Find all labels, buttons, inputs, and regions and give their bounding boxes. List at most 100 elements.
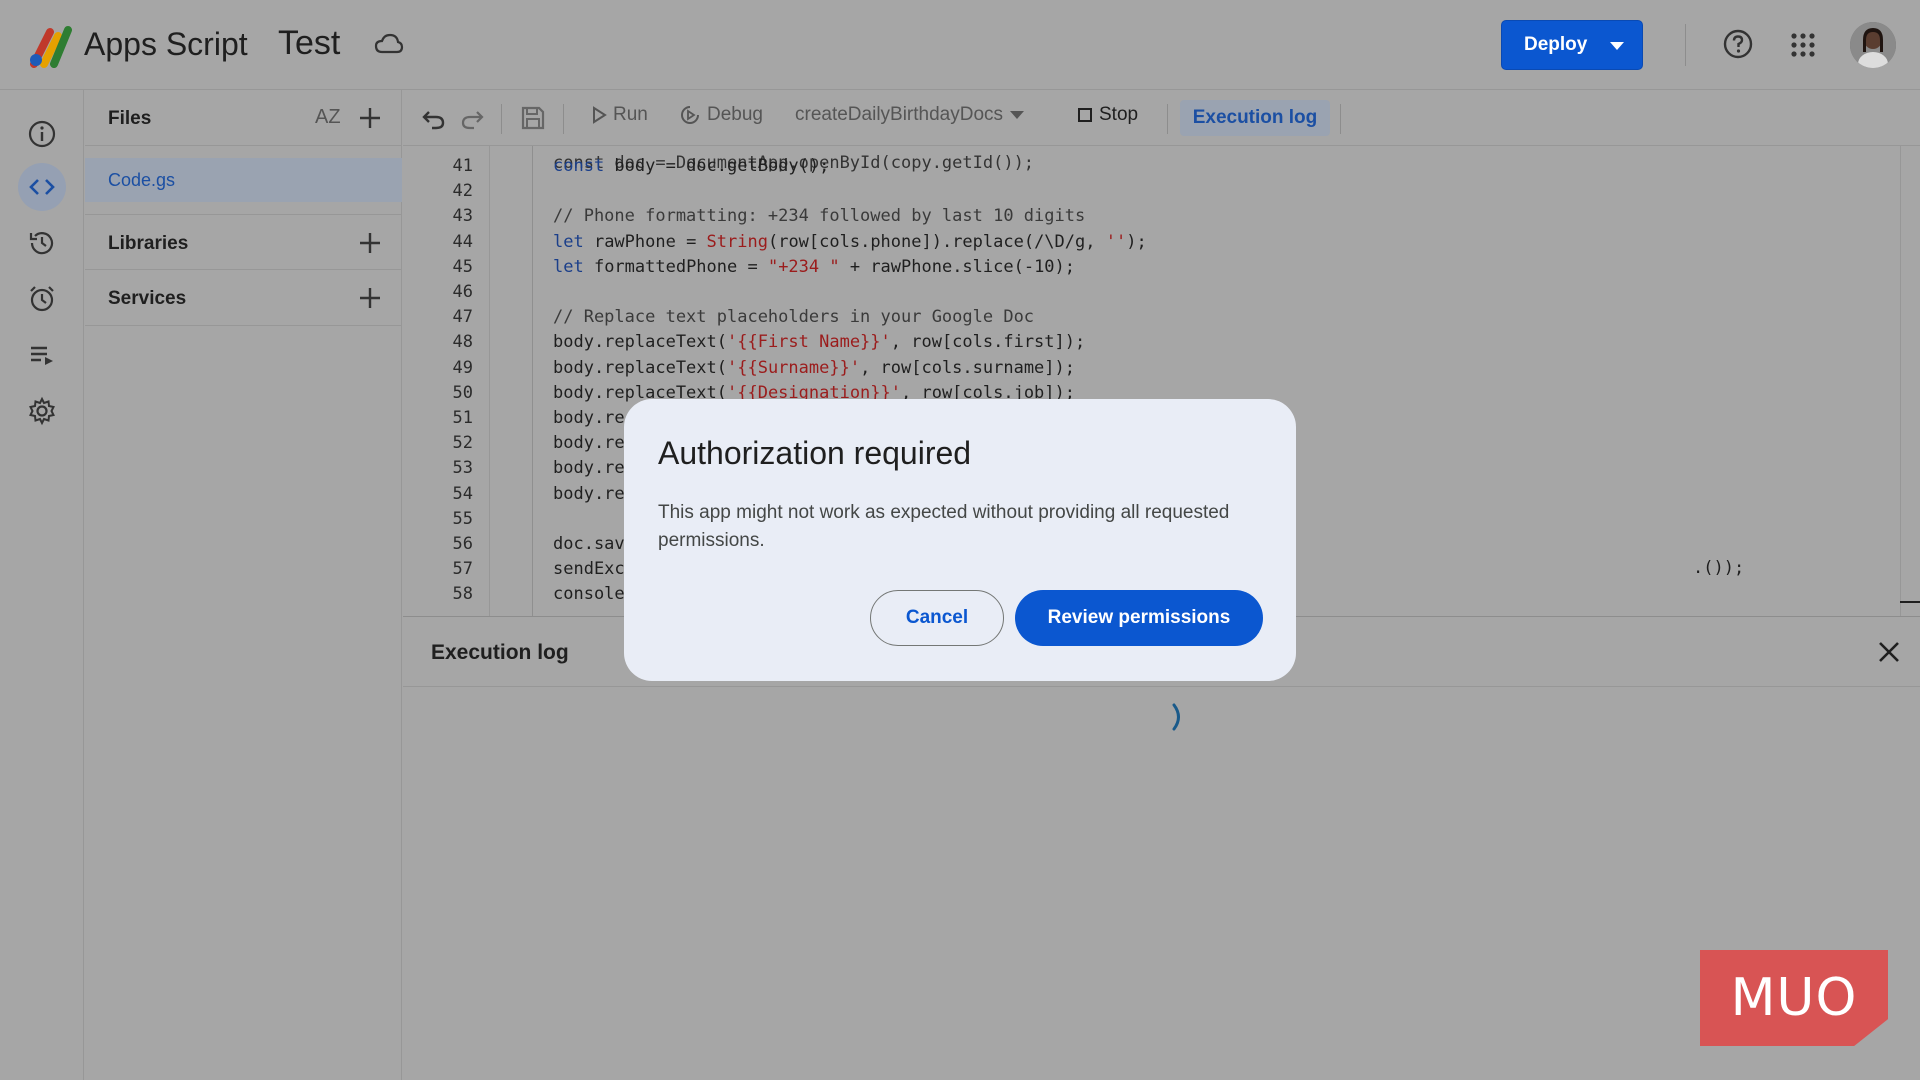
line-number: 47 — [452, 307, 473, 328]
code-text: body.re — [553, 483, 625, 504]
divider — [1685, 24, 1686, 66]
line-number: 52 — [452, 433, 473, 454]
code-text: let formattedPhone = "+234 " + rawPhone.… — [553, 256, 1076, 277]
executions-button[interactable] — [18, 331, 66, 379]
line-number: 46 — [452, 282, 473, 302]
review-permissions-button[interactable]: Review permissions — [1015, 590, 1263, 646]
line-number: 51 — [452, 408, 473, 428]
function-name: createDailyBirthdayDocs — [795, 104, 1004, 125]
triggers-button[interactable] — [18, 275, 66, 323]
code-text: body.replaceText('{{Surname}}', row[cols… — [553, 357, 1075, 378]
line-number: 56 — [452, 534, 473, 554]
loading-spinner-icon — [1172, 703, 1180, 731]
close-icon[interactable] — [1876, 639, 1902, 665]
line-number: 42 — [452, 181, 473, 202]
line-number: 49 — [452, 357, 473, 378]
editor-button[interactable] — [18, 163, 66, 211]
toolbar-divider — [501, 104, 502, 134]
code-text: // Phone formatting: +234 followed by la… — [553, 206, 1086, 227]
code-text: body.re — [553, 458, 625, 479]
alarm-clock-icon — [30, 286, 54, 312]
undo-icon[interactable] — [421, 106, 447, 132]
line-number: 50 — [452, 382, 473, 403]
line-number: 55 — [452, 508, 473, 529]
services-section: Services — [85, 270, 402, 326]
info-icon — [28, 120, 56, 148]
add-file-icon[interactable] — [357, 105, 383, 131]
code-line: 43 // Phone formatting: +234 followed by … — [403, 206, 1883, 231]
apps-script-logo — [30, 26, 72, 68]
stop-button[interactable]: Stop — [1077, 104, 1138, 126]
debug-button[interactable]: Debug — [679, 104, 763, 126]
execution-log-label: Execution log — [1192, 107, 1318, 128]
code-text: const body = doc.getBody(); — [553, 156, 830, 176]
editor-scrollbar[interactable] — [1900, 146, 1901, 616]
files-panel: Files AZ Code.gs Libraries Services — [85, 90, 402, 1080]
add-service-icon[interactable] — [357, 285, 383, 311]
code-line: 44 let rawPhone = String(row[cols.phone])… — [403, 232, 1883, 257]
dialog-title: Authorization required — [658, 435, 972, 471]
debug-icon — [681, 106, 699, 124]
execution-log-panel: Execution log — [403, 616, 1920, 1080]
redo-icon[interactable] — [459, 106, 485, 132]
top-bar: Apps Script Test Deploy — [0, 0, 1920, 90]
code-text-tail: .()); — [1693, 558, 1745, 578]
line-number: 45 — [452, 256, 473, 277]
line-number: 43 — [452, 206, 473, 227]
file-item-code-gs[interactable]: Code.gs — [85, 158, 402, 202]
avatar[interactable] — [1850, 22, 1896, 68]
history-icon — [29, 232, 54, 255]
chevron-down-icon — [1610, 42, 1624, 50]
run-button[interactable]: Run — [591, 104, 648, 126]
muo-watermark: MUO — [1700, 950, 1888, 1046]
code-icon — [29, 179, 55, 195]
scroll-position-marker — [1900, 601, 1920, 603]
code-line: 47 // Replace text placeholders in your G… — [403, 307, 1883, 332]
line-number: 57 — [452, 559, 473, 580]
overview-button[interactable] — [18, 110, 66, 158]
execution-log-toggle[interactable]: Execution log — [1180, 100, 1330, 136]
code-text: body.re — [553, 408, 625, 428]
libraries-label: Libraries — [108, 233, 189, 254]
left-nav-rail — [0, 90, 84, 1080]
toolbar-divider — [1167, 104, 1168, 134]
run-label: Run — [613, 104, 648, 125]
app-name[interactable]: Apps Script — [84, 26, 248, 63]
google-apps-icon[interactable] — [1790, 32, 1816, 58]
save-icon[interactable] — [519, 104, 547, 132]
code-text: console — [553, 584, 625, 605]
project-history-button[interactable] — [18, 219, 66, 267]
watermark-text: MUO — [1730, 968, 1858, 1028]
code-line: 49 body.replaceText('{{Surname}}', row[co… — [403, 358, 1883, 383]
debug-label: Debug — [707, 104, 763, 125]
code-text: let rawPhone = String(row[cols.phone]).r… — [553, 231, 1147, 252]
toolbar-divider — [563, 104, 564, 134]
line-number: 53 — [452, 458, 473, 479]
cancel-button[interactable]: Cancel — [870, 590, 1004, 646]
files-header: Files AZ — [85, 90, 402, 146]
authorization-dialog: Authorization required This app might no… — [624, 399, 1296, 681]
help-icon[interactable] — [1722, 28, 1754, 60]
line-number: 44 — [452, 231, 473, 252]
executions-list-icon — [31, 346, 53, 365]
function-select[interactable]: createDailyBirthdayDocs — [795, 104, 1025, 126]
deploy-button[interactable]: Deploy — [1501, 20, 1643, 70]
cloud-saved-icon — [374, 33, 404, 54]
code-line: 42 — [403, 181, 1883, 206]
stop-label: Stop — [1099, 104, 1139, 125]
sort-alphabetical-icon[interactable]: AZ — [315, 106, 341, 129]
stop-icon — [1078, 108, 1092, 122]
code-line: 41 const body = doc.getBody(); — [403, 156, 1883, 181]
line-number: 48 — [452, 332, 473, 353]
project-name[interactable]: Test — [278, 24, 340, 63]
add-library-icon[interactable] — [357, 230, 383, 256]
project-settings-button[interactable] — [18, 387, 66, 435]
gear-icon — [29, 396, 55, 426]
deploy-label: Deploy — [1524, 34, 1588, 55]
execution-log-title: Execution log — [431, 641, 569, 664]
code-text: sendExc — [553, 559, 625, 580]
libraries-section: Libraries — [85, 214, 402, 270]
avatar-image — [1850, 22, 1896, 68]
editor-toolbar: Run Debug createDailyBirthdayDocs Stop E… — [403, 90, 1920, 146]
dropdown-arrow-icon — [1010, 111, 1025, 119]
